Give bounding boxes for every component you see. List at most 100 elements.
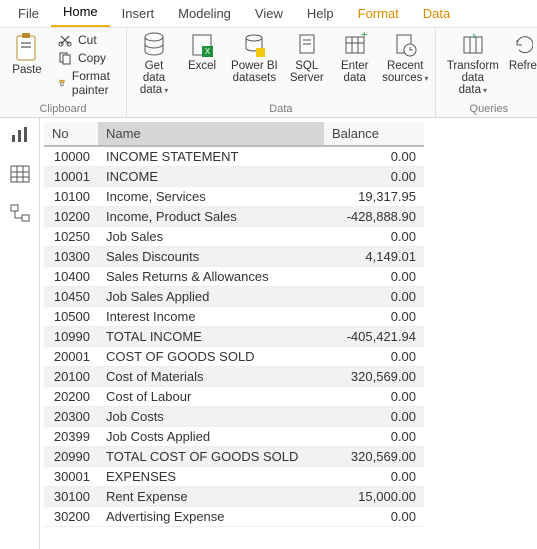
refresh-button[interactable]: Refre (512, 32, 534, 72)
data-table: No Name Balance 10000INCOME STATEMENT0.0… (44, 122, 424, 527)
column-header-name[interactable]: Name (98, 122, 324, 146)
sql-server-button[interactable]: SQL Server (288, 32, 326, 84)
cell-no: 10500 (44, 307, 98, 327)
cell-no: 30001 (44, 467, 98, 487)
cell-balance: 0.00 (324, 347, 424, 367)
table-row[interactable]: 20300Job Costs0.00 (44, 407, 424, 427)
cell-name: Sales Discounts (98, 247, 324, 267)
table-row[interactable]: 10500Interest Income0.00 (44, 307, 424, 327)
cell-name: COST OF GOODS SOLD (98, 347, 324, 367)
cell-no: 20990 (44, 447, 98, 467)
cell-name: Job Costs Applied (98, 427, 324, 447)
column-header-balance[interactable]: Balance (324, 122, 424, 146)
get-data-button[interactable]: Get datadata▾ (135, 32, 173, 97)
table-row[interactable]: 30200Advertising Expense0.00 (44, 507, 424, 527)
cell-balance: 15,000.00 (324, 487, 424, 507)
cell-balance: -405,421.94 (324, 327, 424, 347)
cell-no: 10450 (44, 287, 98, 307)
table-row[interactable]: 10250Job Sales0.00 (44, 227, 424, 247)
table-row[interactable]: 10200Income, Product Sales-428,888.90 (44, 207, 424, 227)
table-row[interactable]: 10001INCOME0.00 (44, 167, 424, 187)
menu-modeling[interactable]: Modeling (166, 2, 243, 27)
svg-text:+: + (361, 32, 367, 41)
menu-format[interactable]: Format (346, 2, 411, 27)
cell-balance: 0.00 (324, 427, 424, 447)
cell-no: 20300 (44, 407, 98, 427)
transform-icon (461, 32, 485, 58)
table-row[interactable]: 10450Job Sales Applied0.00 (44, 287, 424, 307)
data-view-button[interactable] (10, 165, 30, 186)
model-view-button[interactable] (10, 204, 30, 225)
menu-file[interactable]: File (6, 2, 51, 27)
cell-name: Job Sales (98, 227, 324, 247)
table-row[interactable]: 20100Cost of Materials320,569.00 (44, 367, 424, 387)
copy-icon (58, 51, 72, 65)
menu-home[interactable]: Home (51, 0, 110, 27)
menu-bar: FileHomeInsertModelingViewHelpFormatData (0, 0, 537, 28)
table-row[interactable]: 10300Sales Discounts4,149.01 (44, 247, 424, 267)
database-icon (142, 32, 166, 58)
recent-sources-button[interactable]: Recent sources▾ (384, 32, 427, 85)
table-icon: + (343, 32, 367, 58)
menu-view[interactable]: View (243, 2, 295, 27)
cell-balance: 19,317.95 (324, 187, 424, 207)
recent-icon (393, 32, 417, 58)
ribbon-group-data: Get datadata▾ X Excel Power BI datasets … (126, 28, 435, 117)
table-row[interactable]: 30001EXPENSES0.00 (44, 467, 424, 487)
scissors-icon (58, 33, 72, 47)
cell-balance: 0.00 (324, 507, 424, 527)
cell-name: Sales Returns & Allowances (98, 267, 324, 287)
cell-balance: -428,888.90 (324, 207, 424, 227)
column-header-no[interactable]: No (44, 122, 98, 146)
cell-no: 20001 (44, 347, 98, 367)
cell-no: 10200 (44, 207, 98, 227)
enter-data-button[interactable]: + Enter data (336, 32, 374, 84)
cell-name: Advertising Expense (98, 507, 324, 527)
table-row[interactable]: 20200Cost of Labour0.00 (44, 387, 424, 407)
report-view-button[interactable] (10, 126, 30, 147)
cut-button[interactable]: Cut (56, 32, 118, 48)
cell-name: TOTAL COST OF GOODS SOLD (98, 447, 324, 467)
table-row[interactable]: 20001COST OF GOODS SOLD0.00 (44, 347, 424, 367)
transform-data-button[interactable]: Transform datadata▾ (444, 32, 502, 97)
group-label-data: Data (135, 103, 427, 117)
cell-no: 10000 (44, 146, 98, 167)
chart-icon (10, 126, 30, 144)
excel-button[interactable]: X Excel (183, 32, 221, 72)
cell-balance: 4,149.01 (324, 247, 424, 267)
cell-name: Cost of Materials (98, 367, 324, 387)
format-painter-button[interactable]: Format painter (56, 68, 118, 98)
cell-no: 20100 (44, 367, 98, 387)
table-row[interactable]: 20990TOTAL COST OF GOODS SOLD320,569.00 (44, 447, 424, 467)
table-row[interactable]: 30100Rent Expense15,000.00 (44, 487, 424, 507)
menu-help[interactable]: Help (295, 2, 346, 27)
cell-no: 10001 (44, 167, 98, 187)
table-icon (10, 165, 30, 183)
copy-label: Copy (78, 51, 106, 65)
cell-balance: 0.00 (324, 227, 424, 247)
excel-icon: X (190, 32, 214, 58)
model-icon (10, 204, 30, 222)
cell-balance: 0.00 (324, 387, 424, 407)
brush-icon (58, 76, 66, 90)
group-label-clipboard: Clipboard (8, 103, 118, 117)
copy-button[interactable]: Copy (56, 50, 118, 66)
cell-balance: 0.00 (324, 267, 424, 287)
paste-button[interactable]: Paste (8, 32, 46, 76)
cell-name: Cost of Labour (98, 387, 324, 407)
cell-name: INCOME (98, 167, 324, 187)
cell-no: 10100 (44, 187, 98, 207)
table-row[interactable]: 10990TOTAL INCOME-405,421.94 (44, 327, 424, 347)
table-row[interactable]: 10100Income, Services19,317.95 (44, 187, 424, 207)
cut-label: Cut (78, 33, 97, 47)
table-row[interactable]: 10400Sales Returns & Allowances0.00 (44, 267, 424, 287)
table-row[interactable]: 20399Job Costs Applied0.00 (44, 427, 424, 447)
cell-no: 10300 (44, 247, 98, 267)
data-grid: No Name Balance 10000INCOME STATEMENT0.0… (40, 118, 537, 549)
cell-no: 10990 (44, 327, 98, 347)
pbi-datasets-button[interactable]: Power BI datasets (231, 32, 278, 84)
menu-insert[interactable]: Insert (110, 2, 167, 27)
menu-data[interactable]: Data (411, 2, 462, 27)
refresh-icon (513, 32, 533, 58)
table-row[interactable]: 10000INCOME STATEMENT0.00 (44, 146, 424, 167)
